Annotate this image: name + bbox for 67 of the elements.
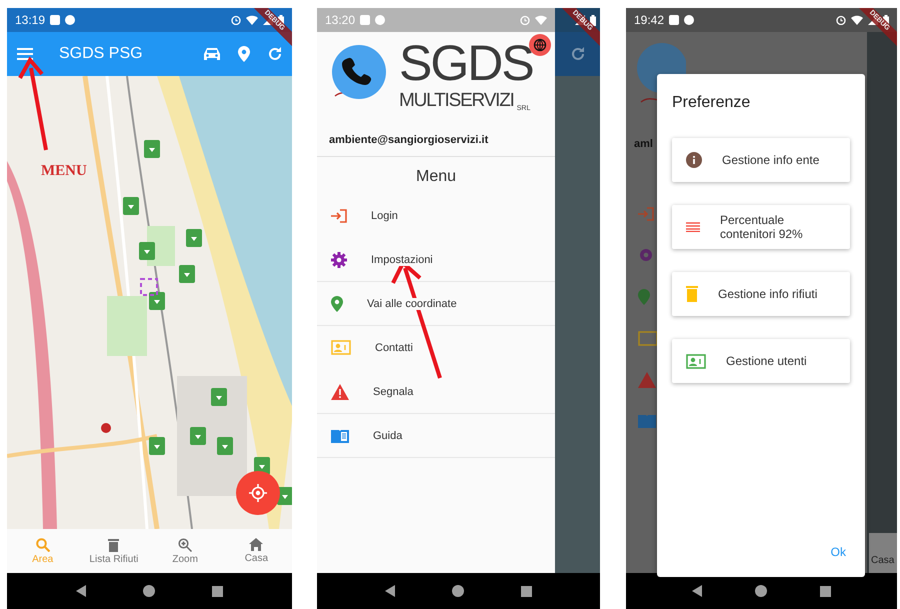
menu-item[interactable]: Segnala [317,370,555,414]
warning-icon [331,384,349,400]
email-address: ambiente@sangiorgioservizi.it [328,133,490,148]
refresh-icon[interactable] [570,47,584,61]
wifi-icon [246,15,258,25]
email-fragment: aml [634,138,653,150]
logo-title: SGDS [399,36,533,90]
dialog-title: Preferenze [672,94,752,112]
recents-icon[interactable] [520,586,532,596]
recents-icon[interactable] [820,586,831,596]
preference-option[interactable]: Gestione info ente [672,138,850,182]
map-drawing[interactable] [7,76,292,529]
nav-tab[interactable]: Casa [220,529,292,573]
nav-tab[interactable]: Lista Rifiuti [78,529,150,573]
book-icon [638,414,656,428]
home-icon [249,538,264,551]
search-icon [36,538,50,552]
preference-option[interactable]: Gestione info rifiuti [672,272,850,316]
back-icon[interactable] [76,585,86,597]
nav-tab[interactable]: Zoom [150,529,221,573]
notification-icon [669,15,680,25]
logo-subtitle: MULTISERVIZI [399,90,514,112]
preference-option[interactable]: Percentuale contenitori 92% [672,205,850,249]
status-time: 19:42 [634,13,664,27]
notification-icon [375,15,386,25]
login-icon [638,207,654,221]
notification-icon [684,15,694,25]
home-icon[interactable] [754,585,767,597]
menu-item[interactable]: Impostazioni [317,238,555,282]
zoom-in-icon [178,538,192,552]
book-icon [331,428,349,442]
back-icon[interactable] [385,585,396,597]
home-icon[interactable] [452,585,464,597]
notification-icon [360,15,370,25]
menu-item[interactable]: Guida [317,414,555,458]
status-time: 13:19 [15,13,46,27]
location-pin-icon [331,296,343,312]
alarm-clock-icon [520,15,530,25]
preference-option[interactable]: Gestione utenti [672,339,850,383]
alarm-clock-icon [231,15,241,25]
app-title: SGDS PSG [59,45,144,63]
menu-icon[interactable] [17,48,33,60]
status-time: 13:20 [325,13,356,27]
alarm-clock-icon [836,15,846,25]
crosshair-icon [249,484,267,502]
login-icon [331,208,347,222]
back-icon[interactable] [692,585,702,597]
annotation-label: MENU [41,163,87,180]
location-pin-icon[interactable] [238,46,250,62]
nav-label: Casa [869,533,897,573]
menu-heading: Menu [414,167,458,187]
notification-icon [65,15,76,25]
wifi-icon [851,15,863,25]
menu-item[interactable]: Login [317,194,555,238]
location-pin-icon [638,289,650,305]
lines-icon [686,222,700,232]
home-icon[interactable] [142,585,155,597]
notification-icon [50,15,60,25]
trash-icon [686,286,698,302]
menu-item[interactable]: Vai alle coordinate [317,282,555,326]
trash-icon [108,538,120,552]
info-icon [686,152,702,168]
wifi-icon [535,15,547,25]
warning-icon [638,372,656,388]
menu-item[interactable]: Contatti [317,326,555,370]
car-icon[interactable] [204,47,220,61]
recents-icon[interactable] [212,586,224,596]
